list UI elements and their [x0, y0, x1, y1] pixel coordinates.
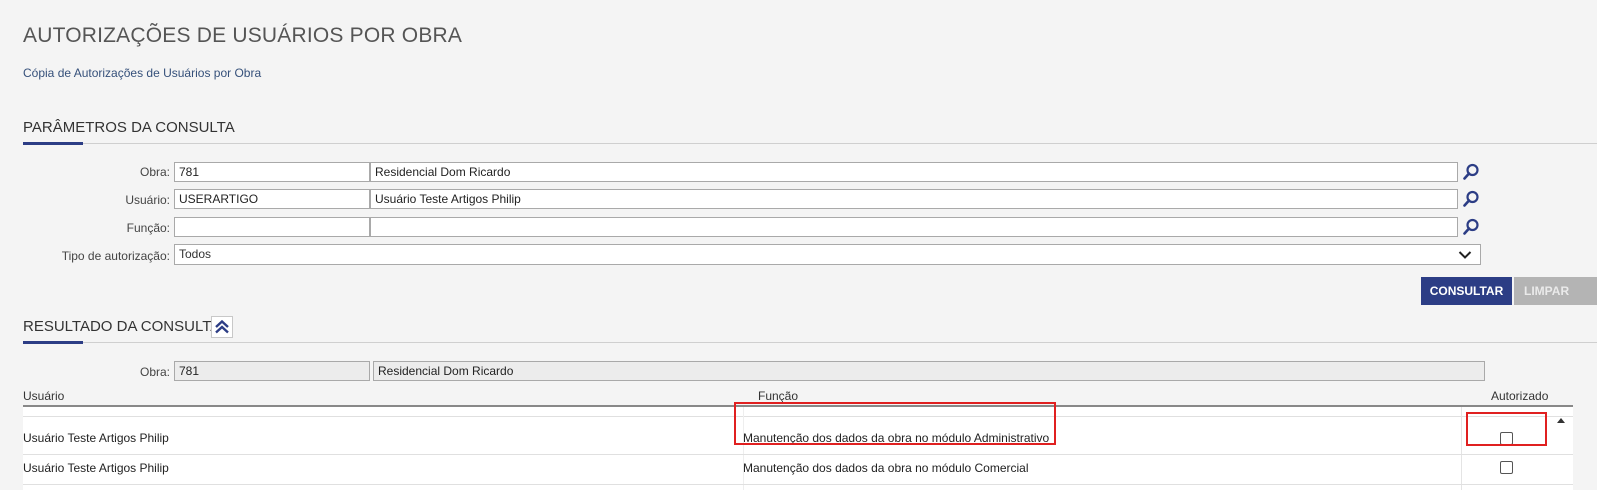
obra-code-input[interactable]: 781 — [174, 162, 370, 182]
funcao-label: Função: — [126, 221, 170, 235]
obra-label: Obra: — [139, 165, 170, 179]
scroll-up-arrow-icon[interactable] — [1556, 416, 1566, 426]
double-chevron-up-icon — [215, 319, 229, 334]
tipo-autorizacao-value: Todos — [179, 247, 212, 261]
limpar-button[interactable]: LIMPAR — [1514, 277, 1597, 305]
column-header-funcao[interactable]: Função — [758, 389, 798, 403]
obra-search-icon[interactable] — [1461, 162, 1481, 182]
column-header-autorizado[interactable]: Autorizado — [1491, 389, 1548, 403]
result-section-accent — [23, 341, 83, 344]
collapse-section-button[interactable] — [211, 316, 233, 338]
checkbox-highlight-box — [1466, 412, 1547, 446]
result-obra-description: Residencial Dom Ricardo — [373, 361, 1485, 381]
params-section-title: PARÂMETROS DA CONSULTA — [23, 119, 235, 136]
chevron-down-icon — [1458, 251, 1472, 259]
tipo-autorizacao-select[interactable]: Todos — [174, 244, 1481, 265]
funcao-code-input[interactable] — [174, 217, 370, 237]
consultar-button[interactable]: CONSULTAR — [1421, 277, 1512, 305]
funcao-description-input[interactable] — [370, 217, 1458, 237]
tipo-autorizacao-label: Tipo de autorização: — [61, 249, 170, 263]
params-section-accent — [23, 142, 83, 145]
funcao-highlight-box — [734, 402, 1056, 445]
result-section-title: RESULTADO DA CONSULTA — [23, 318, 221, 335]
usuario-label: Usuário: — [125, 193, 170, 207]
row-funcao: Manutenção dos dados da obra no módulo C… — [743, 461, 1029, 475]
result-obra-code: 781 — [174, 361, 370, 381]
usuario-description-input[interactable]: Usuário Teste Artigos Philip — [370, 189, 1458, 209]
params-section-divider — [23, 143, 1597, 144]
obra-description-input[interactable]: Residencial Dom Ricardo — [370, 162, 1458, 182]
page-title: AUTORIZAÇÕES DE USUÁRIOS POR OBRA — [23, 24, 463, 47]
usuario-code-input[interactable]: USERARTIGO — [174, 189, 370, 209]
copy-authorizations-link[interactable]: Cópia de Autorizações de Usuários por Ob… — [23, 66, 261, 80]
column-header-usuario[interactable]: Usuário — [23, 389, 64, 403]
autorizado-checkbox[interactable] — [1500, 461, 1513, 474]
table-row[interactable]: Usuário Teste Artigos Philip Manutenção … — [23, 455, 1573, 485]
usuario-search-icon[interactable] — [1461, 189, 1481, 209]
funcao-search-icon[interactable] — [1461, 217, 1481, 237]
row-usuario: Usuário Teste Artigos Philip — [23, 431, 169, 445]
result-obra-label: Obra: — [139, 365, 170, 379]
row-usuario: Usuário Teste Artigos Philip — [23, 461, 169, 475]
result-section-divider — [23, 342, 1597, 343]
